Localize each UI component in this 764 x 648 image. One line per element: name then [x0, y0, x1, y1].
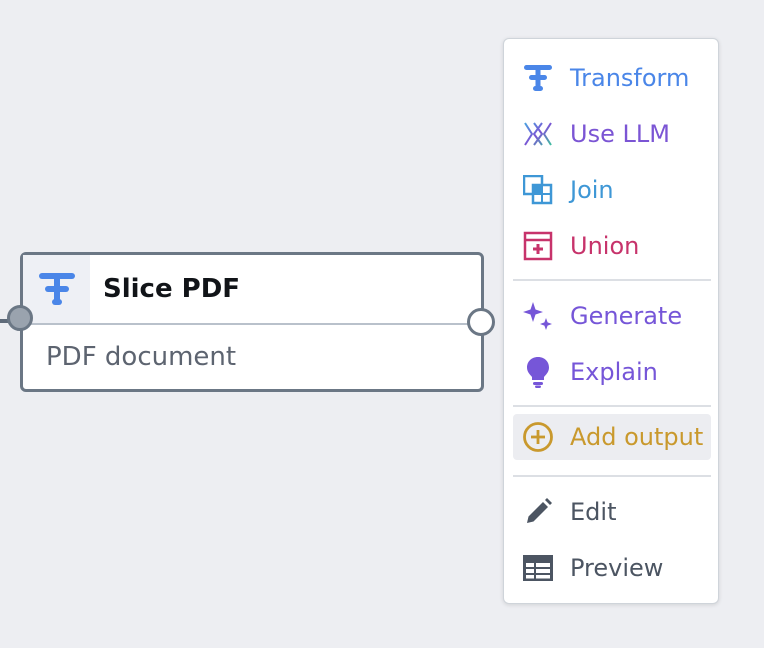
- node-header: Slice PDF: [23, 255, 481, 325]
- pencil-icon: [521, 495, 555, 529]
- menu-item-join[interactable]: Join: [513, 167, 711, 213]
- llm-icon: [521, 117, 555, 151]
- node-title: Slice PDF: [103, 274, 241, 304]
- lightbulb-icon: [521, 355, 555, 389]
- union-icon: [521, 229, 555, 263]
- menu-item-label: Explain: [570, 358, 658, 386]
- menu-item-use-llm[interactable]: Use LLM: [513, 111, 711, 157]
- slice-pdf-node[interactable]: Slice PDF PDF document: [20, 252, 484, 392]
- menu-item-label: Transform: [570, 64, 690, 92]
- menu-item-label: Use LLM: [570, 120, 670, 148]
- join-icon: [521, 173, 555, 207]
- menu-item-label: Edit: [570, 498, 617, 526]
- menu-item-label: Union: [570, 232, 640, 260]
- sparkle-icon: [521, 299, 555, 333]
- menu-item-transform[interactable]: Transform: [513, 55, 711, 101]
- node-icon-box: [23, 255, 90, 323]
- table-icon: [521, 551, 555, 585]
- menu-item-label: Generate: [570, 302, 683, 330]
- node-action-menu: Transform Use LLM Join Union Generate Ex…: [503, 38, 719, 604]
- menu-item-label: Add output: [570, 423, 704, 451]
- menu-divider: [513, 475, 711, 477]
- transform-icon: [521, 61, 555, 95]
- menu-item-preview[interactable]: Preview: [513, 545, 711, 591]
- input-port[interactable]: [7, 305, 33, 331]
- menu-item-union[interactable]: Union: [513, 223, 711, 269]
- output-port[interactable]: [467, 308, 495, 336]
- menu-item-explain[interactable]: Explain: [513, 349, 711, 395]
- add-circle-icon: [521, 420, 555, 454]
- menu-item-label: Preview: [570, 554, 664, 582]
- menu-item-add-output[interactable]: Add output: [513, 414, 711, 460]
- menu-item-edit[interactable]: Edit: [513, 489, 711, 535]
- menu-item-generate[interactable]: Generate: [513, 293, 711, 339]
- menu-divider: [513, 279, 711, 281]
- node-subtitle: PDF document: [46, 342, 237, 372]
- transform-icon: [38, 273, 75, 305]
- menu-item-label: Join: [570, 176, 614, 204]
- menu-divider: [513, 405, 711, 407]
